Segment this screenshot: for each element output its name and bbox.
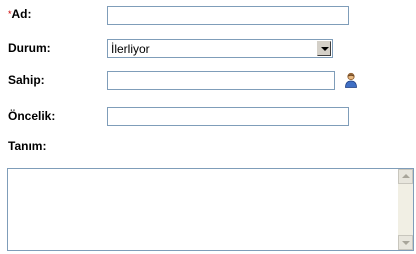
owner-label: Sahip: — [8, 73, 45, 87]
priority-input[interactable] — [107, 107, 349, 126]
vertical-scrollbar[interactable] — [398, 169, 413, 250]
chevron-down-icon — [321, 47, 329, 51]
scroll-down-button[interactable] — [398, 235, 413, 250]
scroll-up-icon — [402, 174, 410, 178]
name-label-text: Ad: — [11, 7, 32, 21]
description-label: Tanım: — [8, 139, 47, 153]
owner-input[interactable] — [107, 71, 335, 90]
name-label: *Ad: — [8, 7, 32, 21]
scroll-up-button[interactable] — [398, 169, 413, 184]
scroll-down-icon — [402, 241, 410, 245]
description-textarea[interactable] — [8, 169, 398, 250]
dropdown-arrow-button[interactable] — [317, 41, 331, 56]
description-textarea-box — [7, 168, 414, 251]
priority-label: Öncelik: — [8, 109, 56, 123]
status-label: Durum: — [8, 41, 51, 55]
user-picker-icon[interactable] — [343, 72, 359, 88]
status-selected-value: İlerliyor — [111, 42, 150, 56]
status-select[interactable]: İlerliyor — [107, 39, 333, 58]
name-input[interactable] — [107, 6, 349, 25]
